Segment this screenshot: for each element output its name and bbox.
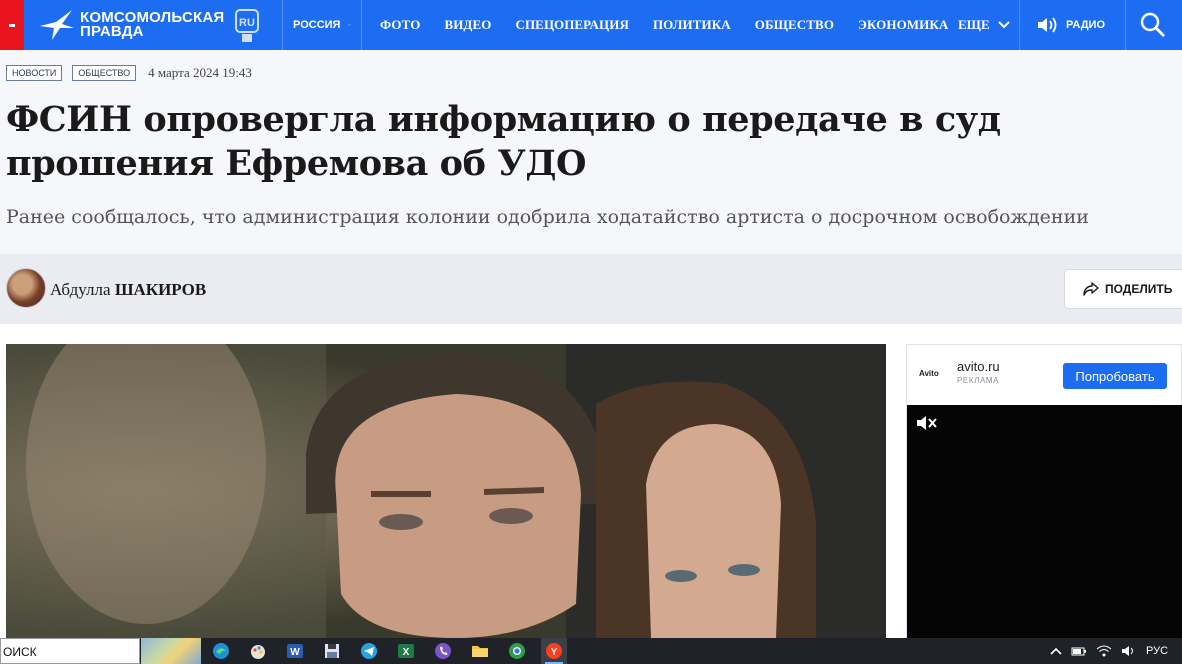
nav-link-photo[interactable]: ФОТО bbox=[380, 17, 420, 33]
ad-label: РЕКЛАМА bbox=[957, 376, 1000, 385]
edge-icon[interactable] bbox=[208, 638, 234, 664]
svg-text:X: X bbox=[403, 647, 410, 658]
excel-icon[interactable]: X bbox=[393, 638, 419, 664]
chrome-icon[interactable] bbox=[504, 638, 530, 664]
battery-icon[interactable] bbox=[1071, 645, 1087, 657]
radio-label: РАДИО bbox=[1066, 19, 1106, 31]
region-label: РОССИЯ bbox=[293, 19, 341, 31]
logo-line2: ПРАВДА bbox=[80, 23, 144, 40]
main-menu: ФОТО ВИДЕО СПЕЦОПЕРАЦИЯ ПОЛИТИКА ОБЩЕСТВ… bbox=[380, 0, 972, 50]
site-logo[interactable]: КОМСОМОЛЬСКАЯ ПРАВДА RU bbox=[38, 8, 268, 42]
word-icon[interactable]: W bbox=[282, 638, 308, 664]
article-subtitle: Ранее сообщалось, что администрация коло… bbox=[6, 206, 1089, 228]
logo-text: КОМСОМОЛЬСКАЯ ПРАВДА bbox=[80, 10, 224, 40]
article-title: ФСИН опровергла информацию о передаче в … bbox=[6, 99, 1001, 184]
chevron-down-icon bbox=[997, 21, 1010, 29]
share-button[interactable]: ПОДЕЛИТЬ bbox=[1064, 269, 1182, 309]
windows-taskbar: ОИСК W X Y РУС bbox=[0, 638, 1182, 664]
search-icon[interactable] bbox=[1140, 12, 1166, 38]
author-name[interactable]: Абдулла ШАКИРОВ bbox=[50, 280, 206, 300]
folder-icon[interactable] bbox=[467, 638, 493, 664]
more-label: ЕЩЕ bbox=[958, 17, 990, 32]
chevron-down-icon bbox=[348, 24, 351, 26]
viber-icon[interactable] bbox=[430, 638, 456, 664]
svg-text:W: W bbox=[290, 647, 300, 658]
taskbar-widget[interactable] bbox=[141, 638, 201, 664]
ad-header: Avito avito.ru РЕКЛАМА Попробовать bbox=[907, 345, 1182, 405]
menu-icon bbox=[9, 23, 15, 27]
more-menu-button[interactable]: ЕЩЕ bbox=[944, 0, 1020, 50]
author-last-name: ШАКИРОВ bbox=[114, 280, 207, 299]
nav-link-economy[interactable]: ЭКОНОМИКА bbox=[858, 17, 948, 33]
ad-video[interactable] bbox=[907, 405, 1182, 639]
tag-society[interactable]: ОБЩЕСТВО bbox=[72, 65, 137, 81]
language-indicator[interactable]: РУС bbox=[1146, 645, 1168, 657]
bird-logo-icon bbox=[40, 10, 74, 40]
taskbar-apps: W X Y bbox=[208, 638, 578, 664]
logo-ru-text: RU bbox=[239, 17, 255, 29]
region-selector[interactable]: РОССИЯ bbox=[282, 0, 362, 50]
svg-text:Y: Y bbox=[551, 647, 558, 658]
author-first-name: Абдулла bbox=[50, 280, 111, 299]
chevron-up-icon[interactable] bbox=[1050, 647, 1062, 655]
wifi-icon[interactable] bbox=[1096, 645, 1112, 657]
publish-date: 4 марта 2024 19:43 bbox=[148, 65, 252, 80]
share-icon bbox=[1083, 282, 1099, 296]
ad-try-button[interactable]: Попробовать bbox=[1063, 363, 1167, 389]
nav-link-politics[interactable]: ПОЛИТИКА bbox=[653, 17, 731, 33]
page: КОМСОМОЛЬСКАЯ ПРАВДА RU РОССИЯ ФОТО ВИДЕ… bbox=[0, 0, 1182, 664]
paint-icon[interactable] bbox=[245, 638, 271, 664]
author-avatar[interactable] bbox=[6, 268, 46, 308]
author-bar: Абдулла ШАКИРОВ ПОДЕЛИТЬ bbox=[0, 254, 1182, 324]
volume-icon[interactable] bbox=[1121, 645, 1137, 657]
speaker-icon bbox=[1038, 17, 1057, 33]
mute-icon[interactable] bbox=[915, 413, 937, 433]
nav-link-society[interactable]: ОБЩЕСТВО bbox=[755, 17, 834, 33]
telegram-icon[interactable] bbox=[356, 638, 382, 664]
system-tray: РУС bbox=[1050, 638, 1177, 664]
taskbar-search[interactable]: ОИСК bbox=[0, 638, 140, 664]
avito-logo[interactable]: Avito bbox=[919, 369, 939, 378]
article-photo[interactable] bbox=[6, 344, 886, 638]
article-photo-image bbox=[6, 344, 886, 638]
ru-badge-icon: RU bbox=[235, 9, 259, 42]
floppy-icon[interactable] bbox=[319, 638, 345, 664]
yandex-icon[interactable]: Y bbox=[541, 638, 567, 664]
menu-button[interactable] bbox=[0, 0, 24, 50]
article-meta: НОВОСТИ ОБЩЕСТВО 4 марта 2024 19:43 bbox=[6, 65, 252, 81]
tag-news[interactable]: НОВОСТИ bbox=[6, 65, 63, 81]
nav-link-special-operation[interactable]: СПЕЦОПЕРАЦИЯ bbox=[515, 17, 628, 33]
radio-button[interactable]: РАДИО bbox=[1036, 0, 1126, 50]
share-label: ПОДЕЛИТЬ bbox=[1105, 282, 1173, 296]
ad-site[interactable]: avito.ru bbox=[957, 359, 1000, 374]
ad-block: Avito avito.ru РЕКЛАМА Попробовать bbox=[906, 344, 1182, 639]
nav-link-video[interactable]: ВИДЕО bbox=[444, 17, 491, 33]
top-navbar: КОМСОМОЛЬСКАЯ ПРАВДА RU РОССИЯ ФОТО ВИДЕ… bbox=[0, 0, 1182, 50]
